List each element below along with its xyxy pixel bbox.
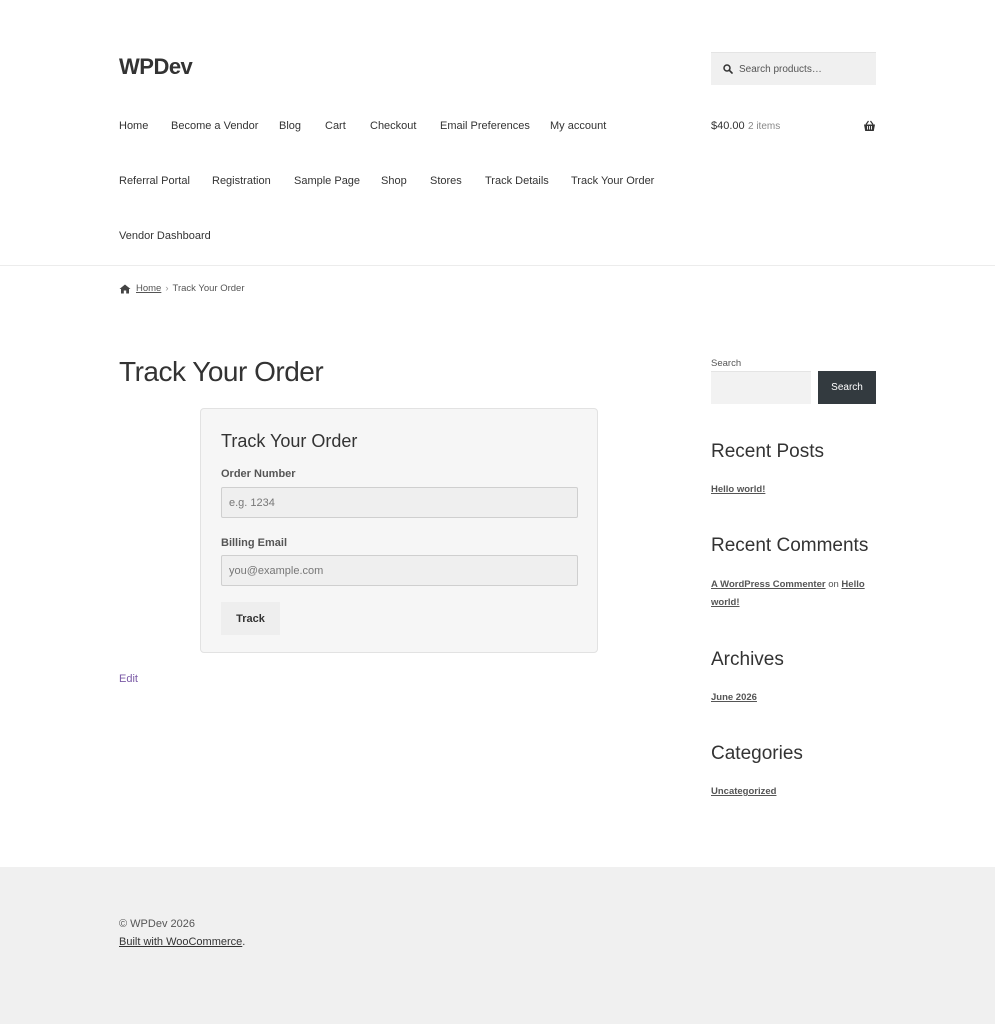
order-number-input[interactable] <box>221 487 578 518</box>
recent-posts-title: Recent Posts <box>711 441 824 462</box>
sidebar-search-input[interactable] <box>711 371 811 404</box>
comment-post-link[interactable]: Hello <box>841 579 864 590</box>
nav-item-track-details[interactable]: Track Details <box>485 175 549 187</box>
site-footer: © WPDev 2026 Built with WooCommerce. <box>0 867 995 1024</box>
nav-item-checkout[interactable]: Checkout <box>370 120 416 132</box>
product-search-field[interactable]: Search products… <box>711 52 876 85</box>
nav-item-vendor-dashboard[interactable]: Vendor Dashboard <box>119 230 211 242</box>
site-header: WPDev Search products… Home Become a Ven… <box>0 0 995 266</box>
nav-item-referral-portal[interactable]: Referral Portal <box>119 175 190 187</box>
nav-item-my-account[interactable]: My account <box>550 120 606 132</box>
nav-item-sample-page[interactable]: Sample Page <box>294 175 360 187</box>
billing-email-input[interactable] <box>221 555 578 586</box>
nav-item-home[interactable]: Home <box>119 120 148 132</box>
nav-item-blog[interactable]: Blog <box>279 120 301 132</box>
sidebar-search-button[interactable]: Search <box>818 371 876 404</box>
basket-icon <box>864 120 875 131</box>
site-title[interactable]: WPDev <box>119 54 193 80</box>
breadcrumb-current: Track Your Order <box>172 283 245 294</box>
recent-comments-title: Recent Comments <box>711 535 869 556</box>
archive-link[interactable]: June 2026 <box>711 692 757 703</box>
track-form-title: Track Your Order <box>221 431 358 451</box>
recent-comment-line: A WordPress Commenter on Hello <box>711 579 865 590</box>
footer-credit: Built with WooCommerce. <box>119 936 245 948</box>
recent-post-link[interactable]: Hello world! <box>711 484 765 495</box>
page-title: Track Your Order <box>119 356 324 387</box>
comment-author-link[interactable]: A WordPress Commenter <box>711 579 826 590</box>
breadcrumb-separator: › <box>165 283 169 294</box>
nav-item-registration[interactable]: Registration <box>212 175 271 187</box>
recent-comment-line-2: world! <box>711 597 740 608</box>
track-order-form: Track Your Order Order Number Billing Em… <box>200 408 598 653</box>
order-number-label: Order Number <box>221 468 296 480</box>
categories-title: Categories <box>711 743 803 764</box>
footer-copyright: © WPDev 2026 <box>119 918 195 930</box>
cart-count: 2 items <box>748 121 781 132</box>
breadcrumb-home-link[interactable]: Home <box>136 283 161 294</box>
nav-item-email-preferences[interactable]: Email Preferences <box>440 120 530 132</box>
track-button[interactable]: Track <box>221 602 280 635</box>
edit-link[interactable]: Edit <box>119 673 138 685</box>
sidebar-search-label: Search <box>711 358 742 369</box>
nav-item-become-a-vendor[interactable]: Become a Vendor <box>171 120 258 132</box>
archives-title: Archives <box>711 649 784 670</box>
nav-item-track-your-order[interactable]: Track Your Order <box>571 175 654 187</box>
nav-item-cart[interactable]: Cart <box>325 120 346 132</box>
woocommerce-link[interactable]: Built with WooCommerce <box>119 936 242 948</box>
footer-period: . <box>242 936 246 948</box>
home-icon <box>119 284 131 293</box>
product-search-placeholder: Search products… <box>739 63 822 75</box>
comment-post-link-continued[interactable]: world! <box>711 597 740 608</box>
cart-amount: $40.00 <box>711 120 745 132</box>
nav-item-shop[interactable]: Shop <box>381 175 407 187</box>
billing-email-label: Billing Email <box>221 537 288 549</box>
comment-on-text: on <box>828 579 839 590</box>
search-icon <box>723 64 733 74</box>
category-link[interactable]: Uncategorized <box>711 786 776 797</box>
nav-item-stores[interactable]: Stores <box>430 175 462 187</box>
breadcrumb: Home › Track Your Order <box>119 283 245 294</box>
header-cart[interactable]: $40.00 2 items <box>711 120 876 136</box>
